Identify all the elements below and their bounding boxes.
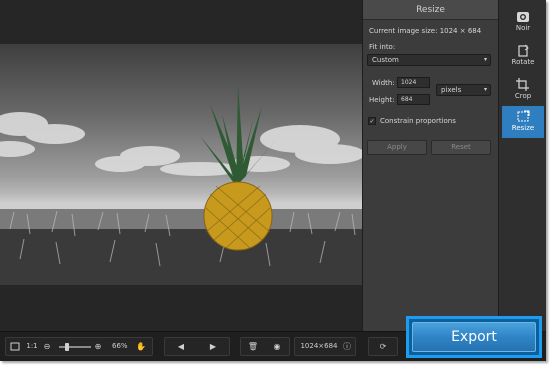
view-controls: 🗑 ◉ bbox=[240, 337, 290, 356]
navigation-controls: ◀ ▶ bbox=[164, 337, 230, 356]
trash-icon[interactable]: 🗑 bbox=[243, 338, 263, 355]
pineapple-photo[interactable] bbox=[0, 44, 362, 285]
previous-icon[interactable]: ◀ bbox=[171, 338, 191, 355]
constrain-checkbox[interactable]: ✓ bbox=[368, 117, 376, 125]
chevron-down-icon: ▾ bbox=[483, 86, 487, 93]
resize-icon bbox=[502, 106, 544, 124]
height-field[interactable]: 684 bbox=[397, 94, 430, 105]
dimensions-display: 1024×684 ⓘ bbox=[294, 337, 356, 356]
fit-into-value: Custom bbox=[372, 56, 399, 64]
width-label: Width: bbox=[372, 79, 395, 87]
fit-into-label: Fit into: bbox=[369, 43, 396, 51]
unit-value: pixels bbox=[441, 86, 462, 94]
app-window: Resize Current image size: 1024 × 684 Fi… bbox=[0, 0, 546, 361]
tool-label: Resize bbox=[511, 124, 535, 132]
reset-button[interactable]: Reset bbox=[431, 140, 491, 155]
panel-title: Resize bbox=[363, 0, 498, 20]
noir-icon bbox=[502, 6, 544, 24]
export-highlight: Export bbox=[406, 316, 542, 358]
tool-resize[interactable]: Resize bbox=[502, 106, 544, 138]
zoom-level: 66% bbox=[112, 342, 128, 350]
zoom-slider[interactable] bbox=[59, 343, 91, 351]
photo-artwork bbox=[0, 84, 362, 285]
hand-tool-icon[interactable]: ✋ bbox=[134, 338, 148, 355]
chevron-down-icon: ▾ bbox=[483, 56, 487, 63]
crop-icon bbox=[502, 74, 544, 92]
refresh-control: ⟳ bbox=[368, 337, 398, 356]
constrain-label: Constrain proportions bbox=[380, 117, 456, 125]
export-button[interactable]: Export bbox=[412, 322, 536, 352]
fit-screen-icon[interactable] bbox=[8, 338, 22, 355]
image-dimensions: 1024×684 bbox=[300, 342, 338, 350]
tool-label: Noir bbox=[515, 24, 531, 32]
zoom-in-icon[interactable]: ⊕ bbox=[93, 338, 103, 355]
preview-eye-icon[interactable]: ◉ bbox=[267, 338, 287, 355]
rotate-icon bbox=[502, 40, 544, 58]
info-icon[interactable]: ⓘ bbox=[341, 338, 353, 355]
tool-crop[interactable]: Crop bbox=[502, 74, 544, 106]
next-icon[interactable]: ▶ bbox=[203, 338, 223, 355]
image-canvas bbox=[0, 0, 362, 331]
tool-rotate[interactable]: Rotate bbox=[502, 40, 544, 72]
zoom-controls: 1:1 ⊖ ⊕ 66% ✋ bbox=[5, 337, 153, 356]
zoom-out-icon[interactable]: ⊖ bbox=[42, 338, 52, 355]
actual-size-button[interactable]: 1:1 bbox=[24, 338, 40, 355]
height-label: Height: bbox=[369, 96, 395, 104]
unit-select[interactable]: pixels ▾ bbox=[436, 84, 491, 96]
fit-into-select[interactable]: Custom ▾ bbox=[367, 54, 491, 66]
tool-noir[interactable]: Noir bbox=[502, 6, 544, 38]
current-size-label: Current image size: 1024 × 684 bbox=[369, 27, 482, 35]
tool-label: Rotate bbox=[511, 58, 535, 66]
refresh-icon[interactable]: ⟳ bbox=[373, 338, 393, 355]
width-field[interactable]: 1024 bbox=[397, 77, 430, 88]
slider-knob[interactable] bbox=[65, 343, 69, 351]
tool-label: Crop bbox=[514, 92, 532, 100]
apply-button[interactable]: Apply bbox=[367, 140, 427, 155]
tools-sidebar: Noir Rotate Crop Resize bbox=[498, 0, 546, 331]
